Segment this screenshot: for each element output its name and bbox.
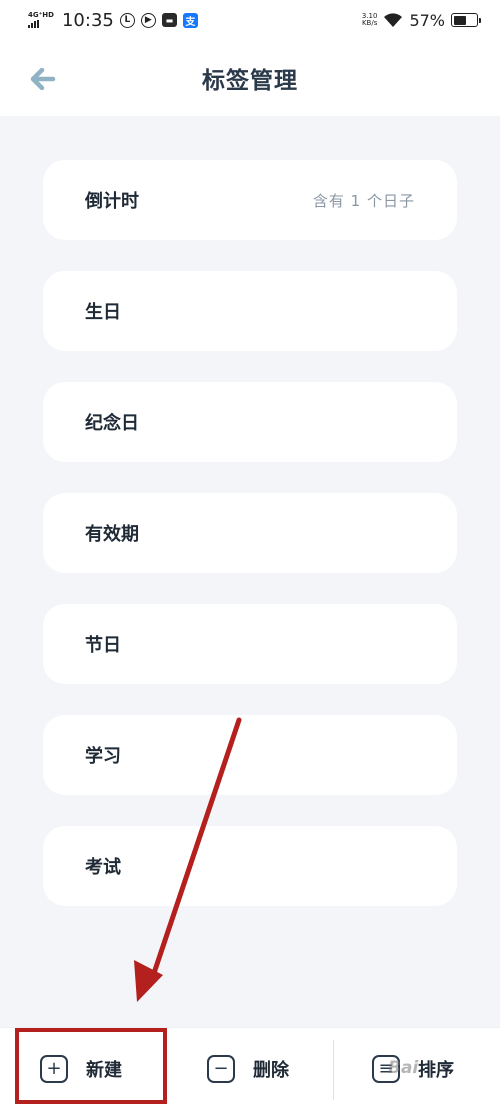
tag-name: 纪念日 [85, 413, 139, 434]
tag-item-birthday[interactable]: 生日 [43, 271, 457, 351]
plus-icon: + [40, 1055, 68, 1083]
tag-item-study[interactable]: 学习 [43, 715, 457, 795]
tag-list: 倒计时 含有 1 个日子 生日 纪念日 有效期 节日 学习 考试 [43, 160, 457, 906]
tag-count: 含有 1 个日子 [312, 191, 415, 210]
notification-app-icon: L [119, 12, 135, 28]
battery-fill [453, 15, 467, 25]
tag-name: 学习 [85, 746, 121, 767]
wifi-icon [384, 13, 403, 27]
status-bar-right: 3.10 KB/s 57% [362, 10, 481, 30]
list-icon: ≡ [372, 1055, 400, 1083]
minus-icon: − [207, 1055, 235, 1083]
delete-tag-button[interactable]: − 删除 [207, 1027, 289, 1111]
calendar-app-icon: ▬ [161, 13, 177, 27]
tag-item-countdown[interactable]: 倒计时 含有 1 个日子 [43, 160, 457, 240]
back-arrow-icon [30, 68, 56, 90]
signal-icon [28, 20, 54, 28]
tag-name: 考试 [85, 857, 121, 878]
network-speed: 3.10 KB/s [362, 13, 378, 27]
network-indicator: 4G⁺HD [28, 12, 54, 28]
tag-item-exam[interactable]: 考试 [43, 826, 457, 906]
toolbar-divider [333, 1040, 334, 1100]
tag-item-holiday[interactable]: 节日 [43, 604, 457, 684]
alipay-app-icon: 支 [182, 12, 198, 28]
tag-name: 有效期 [85, 524, 139, 545]
network-type: 4G⁺HD [28, 11, 54, 19]
video-app-icon: ▶ [140, 12, 156, 28]
sort-tag-button[interactable]: ≡ 排序 [372, 1027, 454, 1111]
status-bar-left: 4G⁺HD 10:35 L ▶ ▬ 支 [28, 10, 198, 31]
tag-name: 生日 [85, 302, 121, 323]
new-label: 新建 [86, 1060, 122, 1081]
status-bar: 4G⁺HD 10:35 L ▶ ▬ 支 3.10 KB/s 57% [0, 0, 500, 40]
page-title: 标签管理 [202, 68, 298, 94]
sort-label: 排序 [418, 1060, 454, 1081]
tag-item-expiry[interactable]: 有效期 [43, 493, 457, 573]
back-button[interactable] [28, 64, 58, 94]
battery-percent: 57% [409, 10, 445, 30]
new-tag-button[interactable]: + 新建 [40, 1027, 122, 1111]
app-header: 标签管理 [0, 40, 500, 116]
delete-label: 删除 [253, 1060, 289, 1081]
clock: 10:35 [61, 9, 114, 31]
tag-name: 节日 [85, 635, 121, 656]
tag-item-anniversary[interactable]: 纪念日 [43, 382, 457, 462]
network-speed-unit: KB/s [361, 19, 378, 27]
tag-name: 倒计时 [85, 191, 139, 212]
battery-icon [451, 13, 481, 27]
